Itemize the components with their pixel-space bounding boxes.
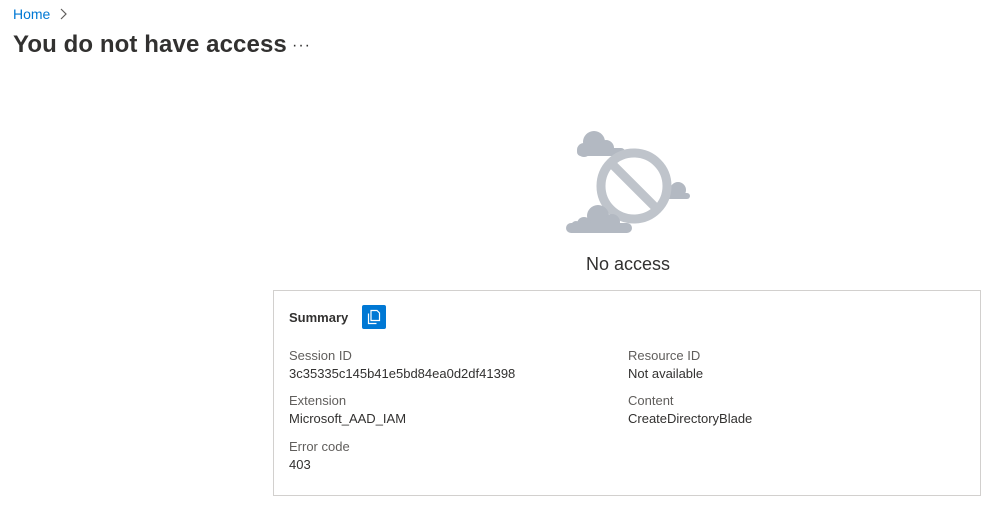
- resource-id-value: Not available: [628, 366, 704, 381]
- summary-panel: Summary Session ID 3c35335c145b41e5bd84e…: [273, 290, 981, 496]
- copy-icon: [368, 309, 381, 325]
- content-field: Content CreateDirectoryBlade: [628, 393, 752, 426]
- summary-header: Summary: [289, 305, 387, 329]
- session-id-field: Session ID 3c35335c145b41e5bd84ea0d2df41…: [289, 348, 515, 381]
- no-access-illustration: [566, 131, 690, 233]
- extension-value: Microsoft_AAD_IAM: [289, 411, 407, 426]
- session-id-value: 3c35335c145b41e5bd84ea0d2df41398: [289, 366, 516, 381]
- prohibited-icon: [596, 148, 672, 224]
- extension-label: Extension: [289, 393, 347, 408]
- error-code-field: Error code 403: [289, 439, 350, 472]
- session-id-label: Session ID: [289, 348, 352, 363]
- extension-field: Extension Microsoft_AAD_IAM: [289, 393, 406, 426]
- copy-summary-button[interactable]: [362, 305, 387, 329]
- summary-title: Summary: [289, 309, 349, 325]
- error-code-label: Error code: [289, 439, 350, 454]
- breadcrumb: Home: [13, 6, 68, 22]
- more-options-button[interactable]: ···: [288, 37, 315, 55]
- page-title: You do not have access: [13, 31, 287, 58]
- breadcrumb-home-link[interactable]: Home: [13, 6, 50, 22]
- resource-id-field: Resource ID Not available: [628, 348, 703, 381]
- status-text: No access: [585, 254, 671, 274]
- chevron-right-icon: [60, 8, 68, 20]
- error-code-value: 403: [289, 457, 311, 472]
- content-label: Content: [628, 393, 674, 408]
- content-value: CreateDirectoryBlade: [628, 411, 753, 426]
- resource-id-label: Resource ID: [628, 348, 701, 363]
